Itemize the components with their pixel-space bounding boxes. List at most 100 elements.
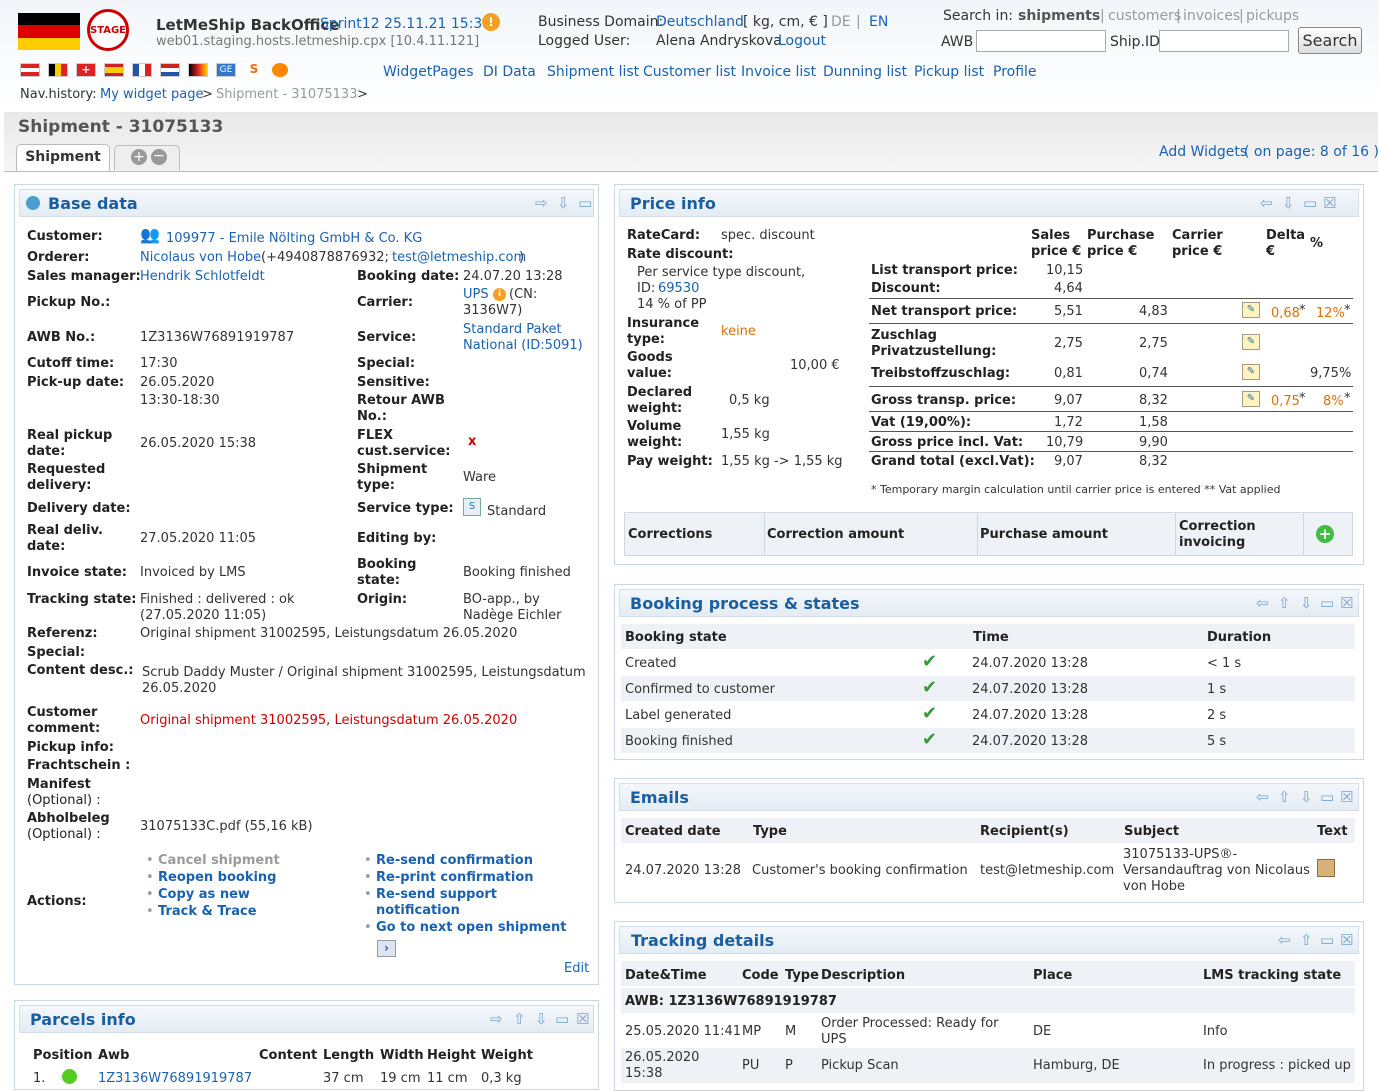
flex-label: FLEX [357, 428, 394, 443]
move-up-icon[interactable]: ⇧ [1300, 931, 1313, 949]
copy-as-new-action[interactable]: Copy as new [158, 887, 250, 902]
carrier-info-icon[interactable]: i [493, 288, 506, 301]
s-logo-icon[interactable]: S [244, 63, 264, 77]
close-icon[interactable]: ☒ [1340, 931, 1353, 949]
customer-link[interactable]: 109977 - Emile Nölting GmbH & Co. KG [166, 231, 422, 246]
move-left-icon[interactable]: ⇦ [1256, 788, 1269, 806]
move-left-icon[interactable]: ⇦ [1256, 594, 1269, 612]
email-text-icon[interactable] [1317, 859, 1335, 877]
edit-note-icon[interactable]: ✎ [1242, 391, 1260, 407]
move-left-icon[interactable]: ⇦ [1278, 931, 1291, 949]
minimize-icon[interactable]: ▭ [578, 194, 592, 212]
tab-divider [4, 171, 1378, 172]
lang-de-link[interactable]: DE [831, 14, 851, 30]
goods-value: 10,00 € [790, 358, 840, 373]
france-flag-icon[interactable] [132, 63, 152, 77]
parcel-position: 1. [33, 1071, 46, 1086]
ge-logo-icon[interactable]: GE [216, 63, 236, 77]
minimize-icon[interactable]: ▭ [1320, 594, 1334, 612]
search-sep: | [1100, 8, 1105, 24]
move-right-icon[interactable]: ⇨ [535, 194, 548, 212]
nav-customer-list[interactable]: Customer list [643, 64, 736, 80]
add-tab-icon[interactable]: + [131, 149, 147, 165]
tab-shipment[interactable]: Shipment [16, 144, 110, 171]
add-widgets-link[interactable]: Add Widgets [1159, 144, 1247, 160]
track-trace-action[interactable]: Track & Trace [158, 904, 257, 919]
minimize-icon[interactable]: ▭ [555, 1010, 569, 1028]
switzerland-flag-icon[interactable]: + [76, 63, 96, 77]
move-down-icon[interactable]: ⇩ [557, 194, 570, 212]
customer-group-icon: 👥 [140, 225, 160, 244]
spain-flag-icon[interactable] [104, 63, 124, 77]
resend-support-action-2[interactable]: notification [376, 903, 460, 918]
move-down-icon[interactable]: ⇩ [1300, 594, 1313, 612]
nav-invoice-list[interactable]: Invoice list [741, 64, 816, 80]
sales-manager-link[interactable]: Hendrik Schlotfeldt [140, 269, 265, 284]
minimize-icon[interactable]: ▭ [1320, 788, 1334, 806]
minimize-icon[interactable]: ▭ [1303, 194, 1317, 212]
close-icon[interactable]: ☒ [576, 1010, 589, 1028]
austria-flag-icon[interactable] [20, 63, 40, 77]
carrier-logo-icon[interactable] [188, 63, 208, 77]
logout-link[interactable]: Logout [778, 33, 826, 49]
orderer-email[interactable]: test@letmeship.com [392, 250, 526, 265]
service-link[interactable]: Standard Paket [463, 322, 562, 337]
remove-tab-icon[interactable]: − [151, 149, 167, 165]
resend-support-action[interactable]: Re-send support [376, 887, 497, 902]
close-icon[interactable]: ☒ [1323, 194, 1336, 212]
parcel-awb-link[interactable]: 1Z3136W76891919787 [98, 1071, 252, 1086]
search-target-customers[interactable]: customers [1108, 8, 1181, 24]
shipid-input[interactable] [1159, 30, 1289, 52]
nav-di-data[interactable]: DI Data [483, 64, 536, 80]
move-up-icon[interactable]: ⇧ [1278, 788, 1291, 806]
nav-widgetpages[interactable]: WidgetPages [383, 64, 474, 80]
belgium-flag-icon[interactable] [48, 63, 68, 77]
reopen-booking-action[interactable]: Reopen booking [158, 870, 277, 885]
move-left-icon[interactable]: ⇦ [1260, 194, 1273, 212]
discount-id-link[interactable]: 69530 [658, 281, 699, 296]
search-target-shipments[interactable]: shipments [1018, 8, 1100, 24]
move-up-icon[interactable]: ⇧ [513, 1010, 526, 1028]
move-right-icon[interactable]: ⇨ [490, 1010, 503, 1028]
move-up-icon[interactable]: ⇧ [1278, 594, 1291, 612]
service-link-2[interactable]: National (ID:5091) [463, 338, 583, 353]
close-icon[interactable]: ☒ [1340, 594, 1353, 612]
orange-logo-icon[interactable] [272, 63, 288, 77]
minimize-icon[interactable]: ▭ [1320, 931, 1334, 949]
search-button[interactable]: Search [1298, 27, 1362, 54]
edit-note-icon[interactable]: ✎ [1242, 364, 1260, 380]
edit-link[interactable]: Edit [564, 961, 589, 976]
next-arrow-icon[interactable]: › [377, 940, 396, 957]
reprint-confirmation-action[interactable]: Re-print confirmation [376, 870, 534, 885]
edit-note-icon[interactable]: ✎ [1242, 334, 1260, 350]
delivery-date-label: Delivery date: [27, 501, 131, 516]
bullet: • [364, 887, 372, 902]
netherlands-flag-icon[interactable] [160, 63, 180, 77]
awb-input[interactable] [976, 30, 1106, 52]
navhistory-link[interactable]: My widget page [100, 87, 204, 102]
col-awb: Awb [98, 1048, 130, 1063]
resend-confirmation-action[interactable]: Re-send confirmation [376, 853, 533, 868]
nav-pickup-list[interactable]: Pickup list [914, 64, 984, 80]
move-down-icon[interactable]: ⇩ [1300, 788, 1313, 806]
next-open-shipment-action[interactable]: Go to next open shipment [376, 920, 566, 935]
abholbeleg-file[interactable]: 31075133C.pdf (55,16 kB) [140, 819, 313, 834]
move-down-icon[interactable]: ⇩ [1282, 194, 1295, 212]
business-domain-link[interactable]: Deutschland [656, 14, 744, 30]
nav-profile[interactable]: Profile [993, 64, 1037, 80]
tab-add-remove[interactable]: + − [114, 145, 180, 170]
close-icon[interactable]: ☒ [1340, 788, 1353, 806]
edit-note-icon[interactable]: ✎ [1242, 302, 1260, 318]
add-correction-icon[interactable]: + [1316, 525, 1334, 543]
info-icon[interactable]: ! [482, 13, 500, 31]
nav-dunning-list[interactable]: Dunning list [823, 64, 907, 80]
lang-en-link[interactable]: EN [869, 14, 888, 30]
carrier-link[interactable]: UPS [463, 287, 489, 302]
special2-label: Special: [27, 645, 86, 660]
move-down-icon[interactable]: ⇩ [535, 1010, 548, 1028]
search-target-pickups[interactable]: pickups [1246, 8, 1299, 24]
orderer-link[interactable]: Nicolaus von Hobe [140, 250, 261, 265]
cancel-shipment-action[interactable]: Cancel shipment [158, 853, 280, 868]
nav-shipment-list[interactable]: Shipment list [547, 64, 639, 80]
search-target-invoices[interactable]: invoices [1183, 8, 1240, 24]
